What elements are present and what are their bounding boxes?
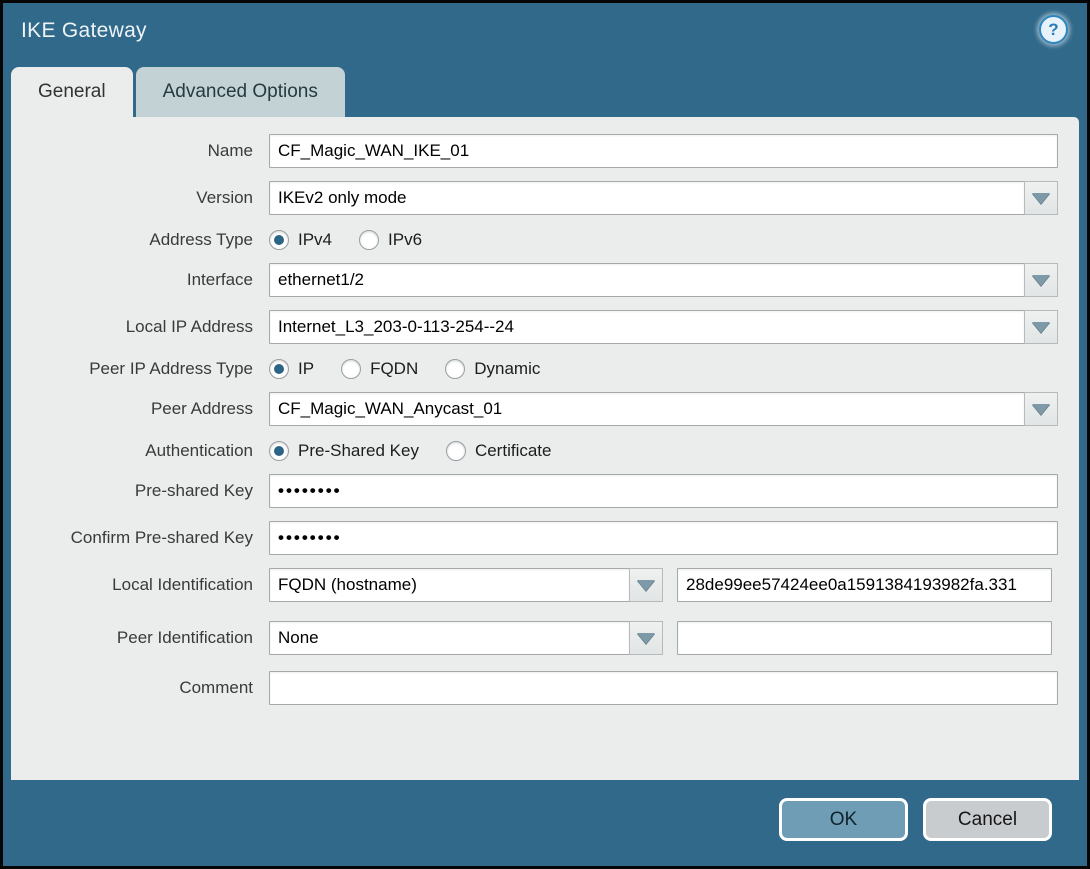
ok-button[interactable]: OK <box>779 798 908 841</box>
authentication-label: Authentication <box>145 441 253 460</box>
chevron-down-icon <box>1032 321 1050 333</box>
peer-address-row: Peer Address <box>11 392 1079 426</box>
peer-type-dynamic-option-label: Dynamic <box>474 359 541 378</box>
pre-shared-key-row: Pre-shared Key <box>11 474 1079 508</box>
peer-identification-row: Peer Identification <box>11 621 1079 655</box>
local-identification-type-input[interactable] <box>269 568 630 602</box>
address-type-ipv4-option[interactable]: IPv4 <box>269 230 332 250</box>
local-ip-address-dropdown-button[interactable] <box>1024 310 1058 344</box>
interface-input[interactable] <box>269 263 1025 297</box>
peer-identification-dropdown-button[interactable] <box>629 621 663 655</box>
peer-address-input[interactable] <box>269 392 1025 426</box>
authentication-row: Authentication Pre-Shared Key Certificat… <box>11 441 1079 461</box>
auth-pre-shared-key-option-label: Pre-Shared Key <box>298 441 419 460</box>
interface-row: Interface <box>11 263 1079 297</box>
interface-label: Interface <box>186 270 253 289</box>
chevron-down-icon <box>1032 403 1050 415</box>
peer-ip-address-type-label: Peer IP Address Type <box>89 359 253 378</box>
chevron-down-icon <box>637 632 655 644</box>
cancel-button[interactable]: Cancel <box>923 798 1052 841</box>
peer-identification-label: Peer Identification <box>116 628 253 647</box>
peer-address-label: Peer Address <box>150 399 253 418</box>
comment-row: Comment <box>11 671 1079 705</box>
name-label: Name <box>207 141 253 160</box>
auth-certificate-option-label: Certificate <box>474 441 552 460</box>
tab-bar: General Advanced Options <box>11 67 348 117</box>
radio-unselected-icon[interactable] <box>445 359 466 379</box>
address-type-ipv4-option-label: IPv4 <box>298 230 333 249</box>
address-type-row: Address Type IPv4 IPv6 <box>11 230 1079 250</box>
address-type-ipv6-option-label: IPv6 <box>388 230 423 249</box>
address-type-ipv6-option[interactable]: IPv6 <box>359 230 422 250</box>
peer-identification-value-input[interactable] <box>677 621 1052 655</box>
radio-unselected-icon[interactable] <box>445 441 466 461</box>
peer-type-ip-option[interactable]: IP <box>269 359 314 379</box>
comment-label: Comment <box>179 678 253 697</box>
help-icon[interactable]: ? <box>1039 15 1068 44</box>
chevron-down-icon <box>1032 192 1050 204</box>
peer-ip-address-type-row: Peer IP Address Type IP FQDN Dynamic <box>11 359 1079 379</box>
confirm-pre-shared-key-row: Confirm Pre-shared Key <box>11 521 1079 555</box>
version-input[interactable] <box>269 181 1025 215</box>
version-dropdown-button[interactable] <box>1024 181 1058 215</box>
local-identification-value-input[interactable] <box>677 568 1052 602</box>
pre-shared-key-input[interactable] <box>269 474 1058 508</box>
pre-shared-key-label: Pre-shared Key <box>134 481 253 500</box>
local-ip-address-row: Local IP Address <box>11 310 1079 344</box>
ike-gateway-dialog: IKE Gateway ? General Advanced Options N… <box>0 0 1090 869</box>
chevron-down-icon <box>1032 274 1050 286</box>
chevron-down-icon <box>637 579 655 591</box>
auth-certificate-option[interactable]: Certificate <box>445 441 552 461</box>
dialog-title: IKE Gateway <box>21 19 147 42</box>
radio-selected-icon[interactable] <box>269 230 289 250</box>
local-identification-row: Local Identification <box>11 568 1079 602</box>
peer-type-fqdn-option[interactable]: FQDN <box>341 359 418 379</box>
radio-unselected-icon[interactable] <box>341 359 362 379</box>
footer: OK Cancel <box>3 783 1087 866</box>
version-row: Version <box>11 181 1079 215</box>
comment-input[interactable] <box>269 671 1058 705</box>
radio-selected-icon[interactable] <box>269 441 289 461</box>
general-tab-panel: Name Version Address Type IPv4 <box>11 117 1079 780</box>
radio-selected-icon[interactable] <box>269 359 289 379</box>
interface-dropdown-button[interactable] <box>1024 263 1058 297</box>
peer-type-ip-option-label: IP <box>298 359 315 378</box>
name-input[interactable] <box>269 134 1058 168</box>
auth-pre-shared-key-option[interactable]: Pre-Shared Key <box>269 441 419 461</box>
confirm-pre-shared-key-input[interactable] <box>269 521 1058 555</box>
version-label: Version <box>196 188 253 207</box>
local-identification-label: Local Identification <box>112 575 253 594</box>
peer-type-dynamic-option[interactable]: Dynamic <box>445 359 540 379</box>
local-ip-address-label: Local IP Address <box>125 317 253 336</box>
titlebar: IKE Gateway ? <box>3 3 1087 67</box>
peer-type-fqdn-option-label: FQDN <box>370 359 419 378</box>
local-ip-address-input[interactable] <box>269 310 1025 344</box>
peer-address-dropdown-button[interactable] <box>1024 392 1058 426</box>
radio-unselected-icon[interactable] <box>359 230 380 250</box>
address-type-label: Address Type <box>149 230 253 249</box>
local-identification-dropdown-button[interactable] <box>629 568 663 602</box>
peer-identification-type-input[interactable] <box>269 621 630 655</box>
tab-advanced-options[interactable]: Advanced Options <box>135 67 345 117</box>
tab-general[interactable]: General <box>11 67 133 117</box>
name-row: Name <box>11 134 1079 168</box>
confirm-pre-shared-key-label: Confirm Pre-shared Key <box>70 528 253 547</box>
